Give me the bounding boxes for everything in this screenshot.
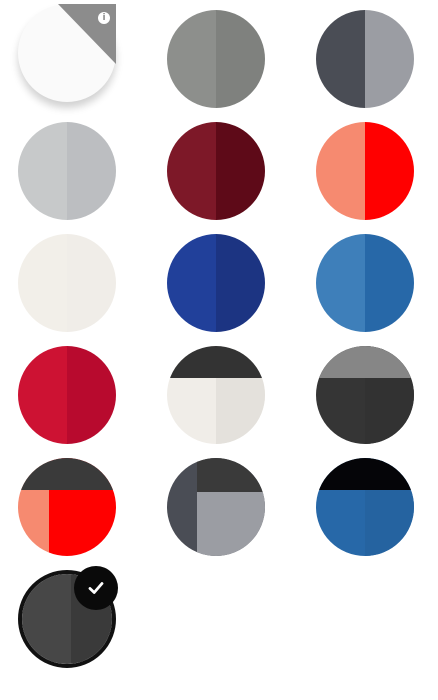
swatch-left-half	[18, 122, 67, 220]
swatch-right-half	[365, 10, 414, 108]
swatch-royal-blue[interactable]	[167, 234, 265, 332]
swatch-left-half	[22, 574, 71, 664]
swatch-top-band	[316, 458, 414, 490]
swatch-steel-blue[interactable]	[316, 234, 414, 332]
swatch-left-half	[167, 234, 216, 332]
swatch-left-half	[316, 234, 365, 332]
swatch-right-half	[67, 122, 116, 220]
swatch-right-half	[216, 122, 265, 220]
swatch-black-over-steel-blue[interactable]	[316, 458, 414, 556]
swatch-light-grey[interactable]	[18, 122, 116, 220]
swatch-left-half	[167, 122, 216, 220]
swatch-crimson[interactable]	[18, 346, 116, 444]
swatch-dark-grey-silver[interactable]	[316, 10, 414, 108]
swatch-dark-over-salmon-red[interactable]	[18, 458, 116, 556]
swatch-salmon-red[interactable]	[316, 122, 414, 220]
swatch-grey[interactable]	[167, 10, 265, 108]
swatch-lower-right	[197, 492, 265, 556]
swatch-left-half	[18, 234, 67, 332]
swatch-right-half	[67, 234, 116, 332]
swatch-grey-over-charcoal[interactable]	[316, 346, 414, 444]
swatch-right-half	[365, 234, 414, 332]
swatch-off-white[interactable]	[18, 234, 116, 332]
swatch-left-half	[316, 122, 365, 220]
swatch-right-half	[216, 234, 265, 332]
swatch-top-band	[197, 458, 265, 492]
swatch-right-half	[216, 10, 265, 108]
swatch-dark-over-silver[interactable]	[167, 458, 265, 556]
swatch-top-band	[18, 458, 116, 490]
swatch-burgundy[interactable]	[167, 122, 265, 220]
swatch-top-band	[316, 346, 414, 378]
swatch-right-half	[67, 346, 116, 444]
info-icon[interactable]: i	[98, 12, 110, 24]
swatch-dark-over-off-white[interactable]	[167, 346, 265, 444]
swatch-top-band	[167, 346, 265, 378]
swatch-right-half	[365, 122, 414, 220]
swatch-left-half	[316, 10, 365, 108]
swatch-left-half	[18, 346, 67, 444]
checkmark-icon	[74, 566, 118, 610]
swatch-left-half	[167, 10, 216, 108]
swatch-white-custom[interactable]: i	[18, 4, 116, 102]
